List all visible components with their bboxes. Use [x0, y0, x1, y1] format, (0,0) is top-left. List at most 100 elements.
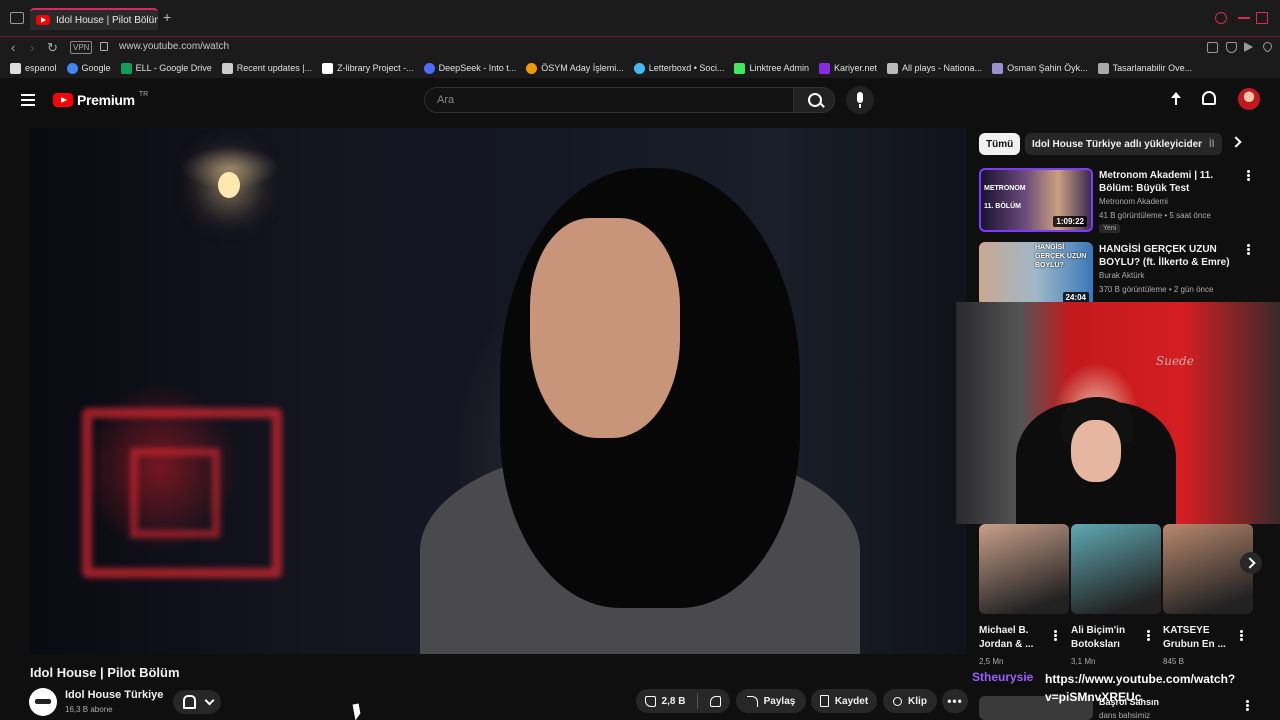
thumbs-up-icon[interactable] [644, 695, 656, 707]
new-tab-button[interactable]: + [163, 10, 171, 24]
search-icon[interactable] [1215, 12, 1227, 24]
bookmark-item[interactable]: DeepSeek - Into t... [423, 62, 516, 74]
streamer-webcam-overlay: Suede [956, 302, 1280, 524]
bookmark-item[interactable]: Letterboxd • Soci... [633, 62, 724, 74]
share-button[interactable]: Paylaş [736, 689, 806, 713]
bookmark-item[interactable]: Z-library Project -... [322, 62, 414, 74]
video-meta: 370 B görüntüleme • 2 gün önce [1099, 285, 1214, 294]
channel-name[interactable]: Metronom Akademi [1099, 197, 1168, 206]
deepseek-icon [423, 62, 435, 74]
address-bar: ‹ › ↻ VPN www.youtube.com/watch [0, 36, 1280, 58]
recommended-video[interactable]: METRONOM 11. BÖLÜM 1:09:22 Metronom Akad… [979, 168, 1269, 233]
tab-title: Idol House | Pilot Bölüm [56, 14, 158, 26]
short-title[interactable]: KATSEYE Grubun En ... [1163, 624, 1235, 652]
bookmark-item[interactable]: Linktree Admin [734, 62, 809, 74]
page-icon [1097, 62, 1109, 74]
lamp-light [218, 172, 240, 198]
vpn-badge[interactable]: VPN [70, 41, 93, 54]
wall-signature: Suede [1156, 354, 1194, 368]
short-thumbnail[interactable] [1071, 524, 1161, 614]
search-box[interactable] [424, 87, 794, 113]
more-vertical-icon[interactable] [1147, 630, 1150, 641]
shield-icon[interactable] [1226, 42, 1237, 53]
search-button[interactable] [793, 87, 835, 113]
like-count[interactable]: 2,8 B [662, 696, 686, 707]
youtube-premium-logo[interactable]: Premium TR [53, 91, 148, 108]
subscribed-notifications-button[interactable] [173, 690, 221, 714]
reload-icon[interactable]: ↻ [47, 40, 58, 56]
short-title[interactable]: Michael B. Jordan & ... [979, 624, 1051, 652]
more-actions-button[interactable]: ••• [942, 689, 968, 713]
short-thumbnail[interactable] [1163, 524, 1253, 614]
chip-related[interactable]: İl [1202, 133, 1222, 155]
bookmark-item[interactable]: Osman Şahin Öyk... [992, 62, 1088, 74]
recommended-video[interactable]: HANGİSİ GERÇEK UZUN BOYLU? 24:04 HANGİSİ… [979, 242, 1269, 306]
bookmark-item[interactable]: Recent updates |... [221, 62, 312, 74]
minimize-icon[interactable] [1238, 17, 1250, 19]
clip-label: Klip [908, 695, 927, 707]
play-icon[interactable] [1244, 42, 1253, 52]
video-thumbnail[interactable]: METRONOM 11. BÖLÜM 1:09:22 [979, 168, 1093, 232]
microphone-icon[interactable] [846, 86, 874, 114]
thumbs-down-icon[interactable] [710, 695, 722, 707]
save-label: Kaydet [834, 695, 869, 707]
browser-tab-bar: Idol House | Pilot Bölüm + [0, 0, 1280, 36]
video-player[interactable] [30, 128, 966, 654]
lock-icon[interactable] [100, 42, 108, 51]
subscriber-count: 16,3 B abone [65, 705, 113, 714]
youtube-logo-icon [53, 93, 73, 107]
video-title[interactable]: HANGİSİ GERÇEK UZUN BOYLU? (ft. İlkerto … [1099, 243, 1239, 269]
short-thumbnail[interactable] [979, 524, 1069, 614]
chip-all[interactable]: Tümü [979, 133, 1021, 155]
bookmark-item[interactable]: espanol [10, 62, 57, 74]
folder-icon [10, 62, 21, 74]
user-avatar[interactable] [1238, 88, 1260, 110]
streamer-face [1071, 420, 1121, 482]
create-upload-icon[interactable] [1169, 92, 1183, 108]
short-title[interactable]: Ali Biçim'in Botoksları [1071, 624, 1143, 652]
back-icon[interactable]: ‹ [11, 40, 15, 56]
channel-avatar[interactable] [29, 688, 57, 716]
like-dislike-group: 2,8 B [636, 689, 730, 713]
more-vertical-icon[interactable] [1247, 170, 1250, 181]
search-input[interactable] [437, 94, 793, 106]
save-button[interactable]: Kaydet [811, 689, 877, 713]
zlibrary-icon [322, 62, 334, 74]
menu-icon[interactable] [21, 94, 35, 106]
more-vertical-icon[interactable] [1054, 630, 1057, 641]
drive-icon [120, 62, 132, 74]
list-icon [887, 62, 899, 74]
background-neon [130, 448, 220, 538]
url-field[interactable]: www.youtube.com/watch [119, 41, 229, 52]
bookmark-item[interactable]: Google [66, 62, 111, 74]
osym-icon [526, 62, 538, 74]
snapshot-icon[interactable] [1207, 42, 1218, 53]
kariyer-icon [819, 62, 830, 74]
notifications-bell-icon[interactable] [1202, 91, 1216, 105]
bookmark-item[interactable]: All plays - Nationa... [887, 62, 982, 74]
shorts-next-icon[interactable] [1240, 552, 1262, 574]
scissors-icon [893, 696, 903, 706]
logo-text: Premium [77, 92, 135, 108]
browser-tab-active[interactable]: Idol House | Pilot Bölüm [30, 8, 158, 30]
channel-name[interactable]: Burak Aktürk [1099, 271, 1144, 280]
clip-button[interactable]: Klip [883, 689, 937, 713]
page-icon [221, 62, 233, 74]
chips-next-icon[interactable] [1230, 136, 1242, 148]
chip-from-uploader[interactable]: Idol House Türkiye adlı yükleyiciden [1025, 133, 1212, 155]
heart-icon[interactable] [1261, 40, 1274, 53]
bookmark-item[interactable]: ÖSYM Aday İşlemi... [526, 62, 624, 74]
bookmark-item[interactable]: ELL - Google Drive [120, 62, 212, 74]
more-vertical-icon[interactable] [1247, 244, 1250, 255]
maximize-icon[interactable] [1256, 12, 1268, 24]
video-thumbnail[interactable]: HANGİSİ GERÇEK UZUN BOYLU? 24:04 [979, 242, 1093, 306]
video-title[interactable]: Metronom Akademi | 11. Bölüm: Büyük Test [1099, 169, 1239, 195]
bookmark-item[interactable]: Tasarlanabilir Ove... [1097, 62, 1192, 74]
forward-icon[interactable]: › [30, 40, 34, 56]
more-vertical-icon[interactable] [1240, 630, 1243, 641]
tab-overview-icon[interactable] [10, 12, 24, 24]
youtube-header: Premium TR [0, 80, 1280, 120]
more-horizontal-icon: ••• [947, 694, 963, 708]
channel-name[interactable]: Idol House Türkiye [65, 689, 163, 701]
bookmark-item[interactable]: Kariyer.net [819, 62, 877, 74]
